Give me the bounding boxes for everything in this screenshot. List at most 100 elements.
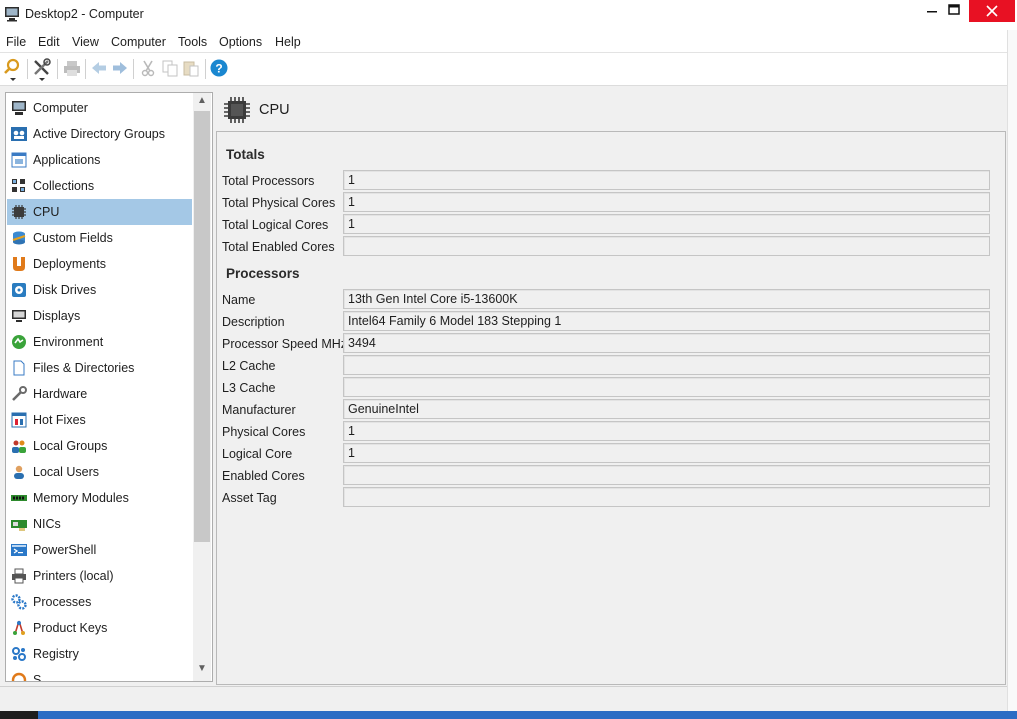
sidebar-item-product-keys[interactable]: Product Keys [7, 615, 192, 641]
sidebar-item-nics[interactable]: NICs [7, 511, 192, 537]
back-icon[interactable] [90, 59, 108, 77]
window-edge [1007, 30, 1017, 719]
sidebar-item-label: CPU [33, 205, 60, 219]
cut-icon[interactable] [139, 59, 157, 77]
cpu-icon [12, 205, 26, 219]
sidebar-item-deployments[interactable]: Deployments [7, 251, 192, 277]
sidebar-item-label: Printers (local) [33, 569, 114, 583]
sidebar-item-powershell[interactable]: PowerShell [7, 537, 192, 563]
total-logical-cores-label: Total Logical Cores [222, 218, 329, 232]
taskbar-accent [38, 711, 1017, 719]
maximize-button[interactable] [939, 0, 969, 22]
scroll-up-icon[interactable]: ▲ [193, 95, 211, 111]
logical-core-label: Logical Core [222, 447, 293, 461]
sidebar-item-hot-fixes[interactable]: Hot Fixes [7, 407, 192, 433]
sidebar-item-partial[interactable]: S [7, 667, 192, 681]
logical-core-field[interactable]: 1 [343, 443, 990, 463]
enabled-cores-field[interactable] [343, 465, 990, 485]
sidebar-item-label: NICs [33, 517, 61, 531]
toolbar: ? [0, 53, 1007, 86]
memory-icon [11, 495, 27, 501]
sidebar-scrollbar[interactable]: ▲ ▼ [193, 93, 211, 681]
total-physical-cores-field[interactable]: 1 [343, 192, 990, 212]
sidebar-item-processes[interactable]: Processes [7, 589, 192, 615]
total-enabled-cores-field[interactable] [343, 236, 990, 256]
sidebar-item-applications[interactable]: Applications [7, 147, 192, 173]
sidebar-item-registry[interactable]: Registry [7, 641, 192, 667]
deployments-icon [13, 257, 25, 271]
sidebar-item-cpu[interactable]: CPU [7, 199, 192, 225]
sidebar-item-label: Deployments [33, 257, 106, 271]
total-processors-field[interactable]: 1 [343, 170, 990, 190]
ad-groups-icon [11, 127, 27, 141]
physical-cores-field[interactable]: 1 [343, 421, 990, 441]
search-icon[interactable] [3, 58, 23, 82]
copy-icon[interactable] [161, 59, 179, 77]
taskbar-strip [0, 711, 1017, 719]
name-field[interactable]: 13th Gen Intel Core i5-13600K [343, 289, 990, 309]
nic-icon [11, 520, 27, 531]
sidebar-item-local-users[interactable]: Local Users [7, 459, 192, 485]
asset-tag-label: Asset Tag [222, 491, 277, 505]
sidebar-item-label: Environment [33, 335, 104, 349]
l3-cache-field[interactable] [343, 377, 990, 397]
print-icon[interactable] [63, 59, 81, 77]
title-bar: Desktop2 - Computer [0, 0, 1017, 30]
sidebar-item-label: Collections [33, 179, 95, 193]
sidebar-item-computer[interactable]: Computer [7, 95, 192, 121]
sidebar-item-label: Local Users [33, 465, 99, 479]
sidebar-item-label: Processes [33, 595, 92, 609]
menu-computer[interactable]: Computer [111, 35, 166, 49]
sidebar-item-hardware[interactable]: Hardware [7, 381, 192, 407]
window-title: Desktop2 - Computer [25, 7, 144, 21]
cpu-header-icon [224, 97, 250, 123]
maximize-icon [948, 4, 960, 15]
sidebar-item-active-directory-groups[interactable]: Active Directory Groups [7, 121, 192, 147]
hot-fixes-icon [11, 412, 27, 428]
tools-icon[interactable] [32, 58, 52, 82]
printer-icon [12, 568, 26, 584]
sidebar-item-collections[interactable]: Collections [7, 173, 192, 199]
scrollbar-thumb[interactable] [194, 111, 210, 542]
sidebar-item-label: Custom Fields [33, 231, 113, 245]
disk-drives-icon [12, 283, 26, 297]
sidebar-item-memory-modules[interactable]: Memory Modules [7, 485, 192, 511]
sidebar-item-custom-fields[interactable]: Custom Fields [7, 225, 192, 251]
applications-icon [11, 152, 27, 168]
menu-options[interactable]: Options [219, 35, 262, 49]
sidebar-item-environment[interactable]: Environment [7, 329, 192, 355]
menu-edit[interactable]: Edit [38, 35, 60, 49]
menu-file[interactable]: File [6, 35, 26, 49]
scroll-down-icon[interactable]: ▼ [193, 663, 211, 679]
page-title: CPU [259, 102, 290, 118]
sidebar-item-displays[interactable]: Displays [7, 303, 192, 329]
sidebar-item-disk-drives[interactable]: Disk Drives [7, 277, 192, 303]
help-icon[interactable]: ? [210, 59, 228, 77]
toolbar-separator [205, 59, 206, 79]
menu-help[interactable]: Help [275, 35, 301, 49]
close-button[interactable] [969, 0, 1015, 22]
sidebar-item-label: Files & Directories [33, 361, 135, 375]
registry-icon [12, 647, 26, 661]
toolbar-separator [85, 59, 86, 79]
partial-item-icon [11, 672, 27, 681]
forward-icon[interactable] [111, 59, 129, 77]
sidebar-item-label: Local Groups [33, 439, 108, 453]
sidebar-item-label: Active Directory Groups [33, 127, 165, 141]
paste-icon[interactable] [182, 59, 200, 77]
processor-speed-field[interactable]: 3494 [343, 333, 990, 353]
menu-view[interactable]: View [72, 35, 99, 49]
description-field[interactable]: Intel64 Family 6 Model 183 Stepping 1 [343, 311, 990, 331]
sidebar-item-local-groups[interactable]: Local Groups [7, 433, 192, 459]
hardware-icon [12, 386, 27, 401]
total-processors-label: Total Processors [222, 174, 315, 188]
l2-cache-field[interactable] [343, 355, 990, 375]
sidebar-item-label: Registry [33, 647, 79, 661]
sidebar-item-files-directories[interactable]: Files & Directories [7, 355, 192, 381]
menu-tools[interactable]: Tools [178, 35, 207, 49]
sidebar-item-printers[interactable]: Printers (local) [7, 563, 192, 589]
total-logical-cores-field[interactable]: 1 [343, 214, 990, 234]
displays-icon [12, 310, 26, 322]
asset-tag-field[interactable] [343, 487, 990, 507]
manufacturer-field[interactable]: GenuineIntel [343, 399, 990, 419]
